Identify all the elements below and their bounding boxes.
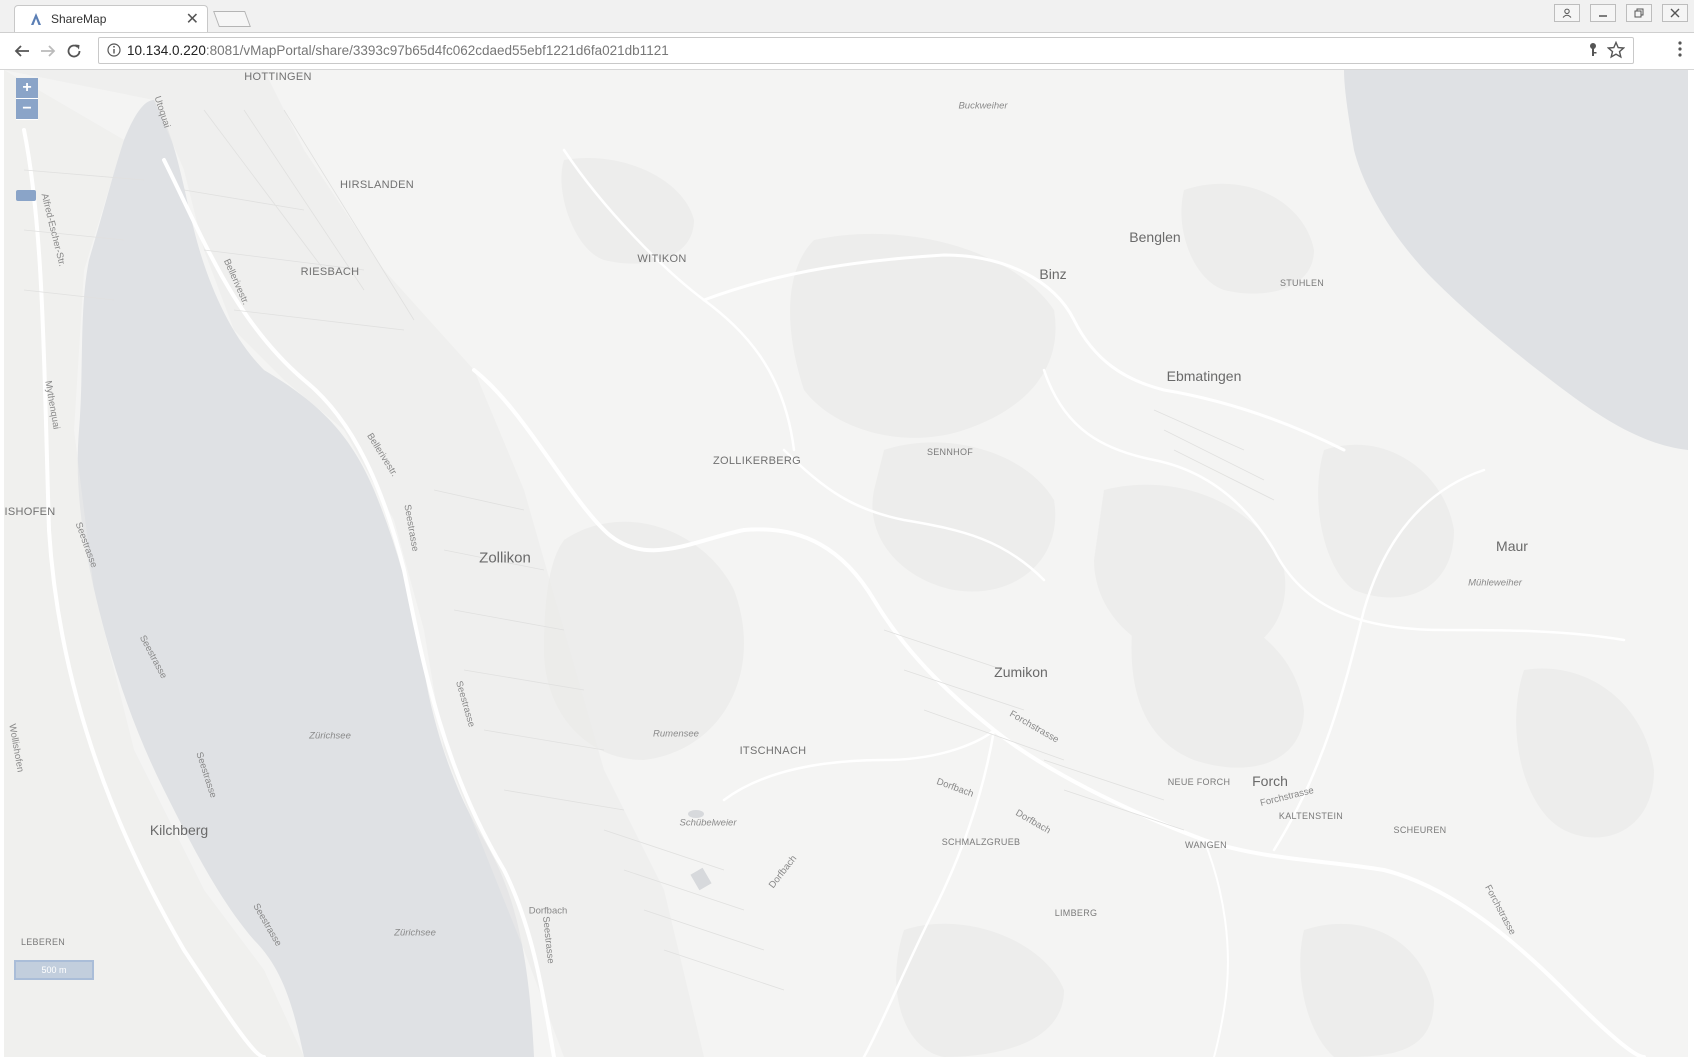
minimize-icon[interactable] xyxy=(1590,4,1616,22)
map-label: HIRSLANDEN xyxy=(340,179,414,191)
restore-icon[interactable] xyxy=(1626,4,1652,22)
tab-title: ShareMap xyxy=(51,12,107,26)
map-label: Zollikon xyxy=(479,549,531,567)
map-label: Rumensee xyxy=(653,728,699,740)
map-label: Kilchberg xyxy=(149,822,209,838)
map-label: ITSCHNACH xyxy=(739,745,807,757)
map-label: Mühleweiher xyxy=(1468,577,1522,589)
url-text[interactable]: 10.134.0.220:8081/vMapPortal/share/3393c… xyxy=(127,43,669,58)
map-label: KALTENSTEIN xyxy=(1278,811,1344,821)
browser-tab[interactable]: ShareMap ✕ xyxy=(14,5,208,32)
key-icon[interactable] xyxy=(1587,42,1599,58)
map-label: Zürichsee xyxy=(309,730,351,742)
map-label: WITIKON xyxy=(637,253,687,265)
forward-arrow-icon[interactable] xyxy=(38,41,58,61)
map-label: SENNHOF xyxy=(926,447,974,457)
map-label: HOTTINGEN xyxy=(244,71,312,83)
map-label: Forch xyxy=(1252,773,1288,789)
reload-icon[interactable] xyxy=(64,41,84,61)
map-label: Binz xyxy=(1039,266,1067,282)
tab-strip: ShareMap ✕ xyxy=(0,0,1694,33)
layer-switcher-button[interactable] xyxy=(16,190,36,201)
map-label: Buckweiher xyxy=(958,100,1008,112)
map-label: Benglen xyxy=(1129,229,1181,245)
bookmark-star-icon[interactable] xyxy=(1607,41,1625,59)
zoom-in-button[interactable]: + xyxy=(16,78,38,99)
map-label: Maur xyxy=(1496,538,1528,554)
map-label: Zürichsee xyxy=(394,927,436,939)
map-label: ISHOFEN xyxy=(4,506,56,518)
map-label: SCHEUREN xyxy=(1393,825,1447,835)
user-profile-icon[interactable] xyxy=(1554,4,1580,22)
zoom-control: + − xyxy=(16,78,38,120)
browser-toolbar: 10.134.0.220:8081/vMapPortal/share/3393c… xyxy=(0,33,1694,70)
tab-close-icon[interactable]: ✕ xyxy=(186,9,199,29)
close-window-icon[interactable] xyxy=(1662,4,1688,22)
map-label: SCHMALZGRUEB xyxy=(941,837,1021,847)
map-label: LEBEREN xyxy=(20,937,66,947)
map-label: WANGEN xyxy=(1185,840,1227,850)
new-tab-button[interactable] xyxy=(213,11,251,27)
zoom-out-button[interactable]: − xyxy=(16,99,38,120)
map-canvas[interactable]: HOTTINGEN HIRSLANDEN RIESBACH WITIKON Buckwe… xyxy=(4,70,1688,1057)
info-icon[interactable] xyxy=(107,43,121,57)
map-label: Zumikon xyxy=(994,664,1048,680)
back-arrow-icon[interactable] xyxy=(12,41,32,61)
window-controls xyxy=(1544,4,1688,22)
street-label: Dorfbach xyxy=(528,905,568,917)
sharemap-logo-icon xyxy=(31,13,41,25)
map-label: LIMBERG xyxy=(1054,908,1098,918)
url-host: 10.134.0.220 xyxy=(127,43,206,58)
scale-bar: 500 m xyxy=(14,960,94,980)
map-label: STUHLEN xyxy=(1279,278,1325,288)
map-label: NEUE FORCH xyxy=(1167,777,1231,787)
map-label: RIESBACH xyxy=(300,266,360,278)
address-bar[interactable]: 10.134.0.220:8081/vMapPortal/share/3393c… xyxy=(98,37,1634,64)
map-label: ZOLLIKERBERG xyxy=(713,455,801,467)
map-label: Schübelweier xyxy=(679,817,737,829)
map-label: Ebmatingen xyxy=(1166,368,1242,384)
more-menu-icon[interactable] xyxy=(1678,41,1682,62)
url-path: :8081/vMapPortal/share/3393c97b65d4fc062… xyxy=(205,43,669,58)
